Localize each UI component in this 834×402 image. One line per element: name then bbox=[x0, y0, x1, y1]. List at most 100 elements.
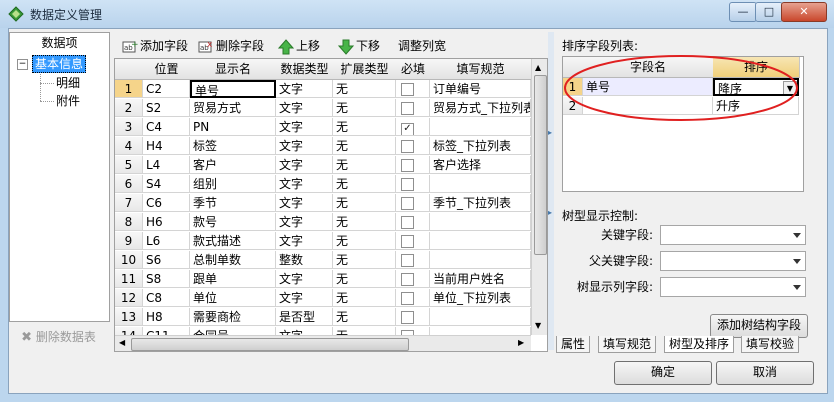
col-header-required[interactable]: 必填 bbox=[396, 59, 431, 80]
horizontal-scroll-thumb[interactable] bbox=[131, 338, 409, 351]
cell-required[interactable] bbox=[396, 289, 430, 307]
add-tree-field-button[interactable]: 添加树结构字段 bbox=[710, 314, 808, 338]
col-header-position[interactable]: 位置 bbox=[143, 59, 191, 80]
col-header-data-type[interactable]: 数据类型 bbox=[276, 59, 334, 80]
cell-data-type[interactable]: 是否型 bbox=[276, 308, 333, 326]
cell-fill-rule[interactable] bbox=[430, 175, 531, 193]
scroll-up-icon[interactable]: ▲ bbox=[535, 63, 541, 72]
cell-data-type[interactable]: 整数 bbox=[276, 251, 333, 269]
cell-position[interactable]: H8 bbox=[143, 308, 190, 326]
tree-node-attachment[interactable]: 附件 bbox=[56, 93, 80, 109]
checkbox[interactable] bbox=[401, 178, 414, 191]
cell-position[interactable]: H4 bbox=[143, 137, 190, 155]
cell-required[interactable] bbox=[396, 137, 430, 155]
table-row[interactable]: 13 H8 需要商检 是否型无 bbox=[115, 308, 531, 327]
tab-fill-rules[interactable]: 填写规范 bbox=[598, 336, 657, 353]
cell-ext-type[interactable]: 无 bbox=[333, 118, 396, 136]
tab-fill-validation[interactable]: 填写校验 bbox=[741, 336, 800, 353]
cell-display-name[interactable]: 合同号 bbox=[190, 327, 276, 335]
cell-ext-type[interactable]: 无 bbox=[333, 213, 396, 231]
cell-required[interactable] bbox=[396, 213, 430, 231]
collapse-toggle-icon[interactable]: − bbox=[17, 59, 28, 70]
table-row[interactable]: 8 H6 款号 文字无 bbox=[115, 213, 531, 232]
cell-position[interactable]: S6 bbox=[143, 251, 190, 269]
table-row[interactable]: 7 C6 季节 文字无 季节_下拉列表 bbox=[115, 194, 531, 213]
cell-fill-rule[interactable] bbox=[430, 213, 531, 231]
cell-position[interactable]: S2 bbox=[143, 99, 190, 117]
cell-ext-type[interactable]: 无 bbox=[333, 80, 396, 98]
cell-fill-rule[interactable]: 订单编号 bbox=[430, 80, 531, 98]
cell-position[interactable]: H6 bbox=[143, 213, 190, 231]
add-field-button[interactable]: ab + 添加字段 bbox=[122, 37, 188, 55]
table-row[interactable]: 9 L6 款式描述 文字无 bbox=[115, 232, 531, 251]
cell-data-type[interactable]: 文字 bbox=[276, 99, 333, 117]
cell-position[interactable]: L6 bbox=[143, 232, 190, 250]
cell-data-type[interactable]: 文字 bbox=[276, 80, 333, 98]
cell-fill-rule[interactable] bbox=[430, 118, 531, 136]
cell-ext-type[interactable]: 无 bbox=[333, 289, 396, 307]
cell-display-name[interactable]: 组别 bbox=[190, 175, 276, 193]
cell-data-type[interactable]: 文字 bbox=[276, 137, 333, 155]
table-row[interactable]: 1 C2 单号 文字无 订单编号 bbox=[115, 80, 531, 99]
cell-fill-rule[interactable] bbox=[430, 232, 531, 250]
cell-required[interactable] bbox=[396, 232, 430, 250]
cancel-button[interactable]: 取消 bbox=[716, 361, 814, 385]
col-header-fill-rule[interactable]: 填写规范 bbox=[430, 59, 532, 80]
col-header-ext-type[interactable]: 扩展类型 bbox=[333, 59, 397, 80]
vertical-scroll-thumb[interactable] bbox=[534, 75, 547, 255]
scroll-left-icon[interactable]: ◀ bbox=[119, 338, 125, 347]
maximize-button[interactable]: □ bbox=[755, 2, 783, 22]
cell-display-name[interactable]: 总制单数 bbox=[190, 251, 276, 269]
cell-position[interactable]: S4 bbox=[143, 175, 190, 193]
cell-display-name[interactable]: 单号 bbox=[190, 80, 276, 98]
checkbox[interactable] bbox=[401, 273, 414, 286]
cell-required[interactable] bbox=[396, 270, 430, 288]
table-row[interactable]: 11 S8 跟单 文字无 当前用户姓名 bbox=[115, 270, 531, 289]
cell-position[interactable]: C6 bbox=[143, 194, 190, 212]
delete-table-button[interactable]: ✖ 删除数据表 bbox=[9, 325, 108, 349]
cell-ext-type[interactable]: 无 bbox=[333, 270, 396, 288]
tab-tree-and-sort[interactable]: 树型及排序 bbox=[664, 336, 735, 353]
cell-fill-rule[interactable] bbox=[430, 327, 531, 335]
cell-display-name[interactable]: 季节 bbox=[190, 194, 276, 212]
adjust-width-button[interactable]: 调整列宽 bbox=[398, 37, 446, 55]
checkbox[interactable] bbox=[401, 216, 414, 229]
col-header-display-name[interactable]: 显示名 bbox=[190, 59, 277, 80]
ok-button[interactable]: 确定 bbox=[614, 361, 712, 385]
cell-required[interactable]: ✓ bbox=[396, 118, 430, 136]
cell-fill-rule[interactable]: 当前用户姓名 bbox=[430, 270, 531, 288]
title-bar[interactable]: 数据定义管理 — □ ✕ bbox=[0, 0, 834, 28]
cell-fill-rule[interactable]: 季节_下拉列表 bbox=[430, 194, 531, 212]
checkbox[interactable] bbox=[401, 140, 414, 153]
cell-display-name[interactable]: 客户 bbox=[190, 156, 276, 174]
cell-fill-rule[interactable]: 贸易方式_下拉列表 bbox=[430, 99, 531, 117]
cell-display-name[interactable]: 贸易方式 bbox=[190, 99, 276, 117]
tree-node-detail[interactable]: 明细 bbox=[56, 75, 80, 91]
checkbox[interactable] bbox=[401, 197, 414, 210]
table-row[interactable]: 10 S6 总制单数 整数无 bbox=[115, 251, 531, 270]
checkbox[interactable] bbox=[401, 254, 414, 267]
delete-field-button[interactable]: ab x 删除字段 bbox=[198, 37, 264, 55]
cell-data-type[interactable]: 文字 bbox=[276, 213, 333, 231]
cell-position[interactable]: C2 bbox=[143, 80, 190, 98]
horizontal-scrollbar[interactable]: ◀ ▶ bbox=[115, 335, 531, 351]
checkbox[interactable] bbox=[401, 102, 414, 115]
cell-ext-type[interactable]: 无 bbox=[333, 308, 396, 326]
scroll-down-icon[interactable]: ▼ bbox=[535, 321, 541, 330]
tab-properties[interactable]: 属性 bbox=[556, 336, 591, 353]
cell-ext-type[interactable]: 无 bbox=[333, 99, 396, 117]
minimize-button[interactable]: — bbox=[729, 2, 757, 22]
cell-display-name[interactable]: PN bbox=[190, 118, 276, 136]
cell-position[interactable]: L4 bbox=[143, 156, 190, 174]
cell-data-type[interactable]: 文字 bbox=[276, 156, 333, 174]
tree-display-field-select[interactable] bbox=[660, 277, 806, 297]
cell-required[interactable] bbox=[396, 308, 430, 326]
cell-fill-rule[interactable]: 标签_下拉列表 bbox=[430, 137, 531, 155]
cell-display-name[interactable]: 单位 bbox=[190, 289, 276, 307]
checkbox[interactable] bbox=[401, 235, 414, 248]
checkbox[interactable] bbox=[401, 159, 414, 172]
checkbox[interactable] bbox=[401, 292, 414, 305]
cell-position[interactable]: C11 bbox=[143, 327, 190, 335]
cell-display-name[interactable]: 标签 bbox=[190, 137, 276, 155]
cell-required[interactable] bbox=[396, 327, 430, 335]
